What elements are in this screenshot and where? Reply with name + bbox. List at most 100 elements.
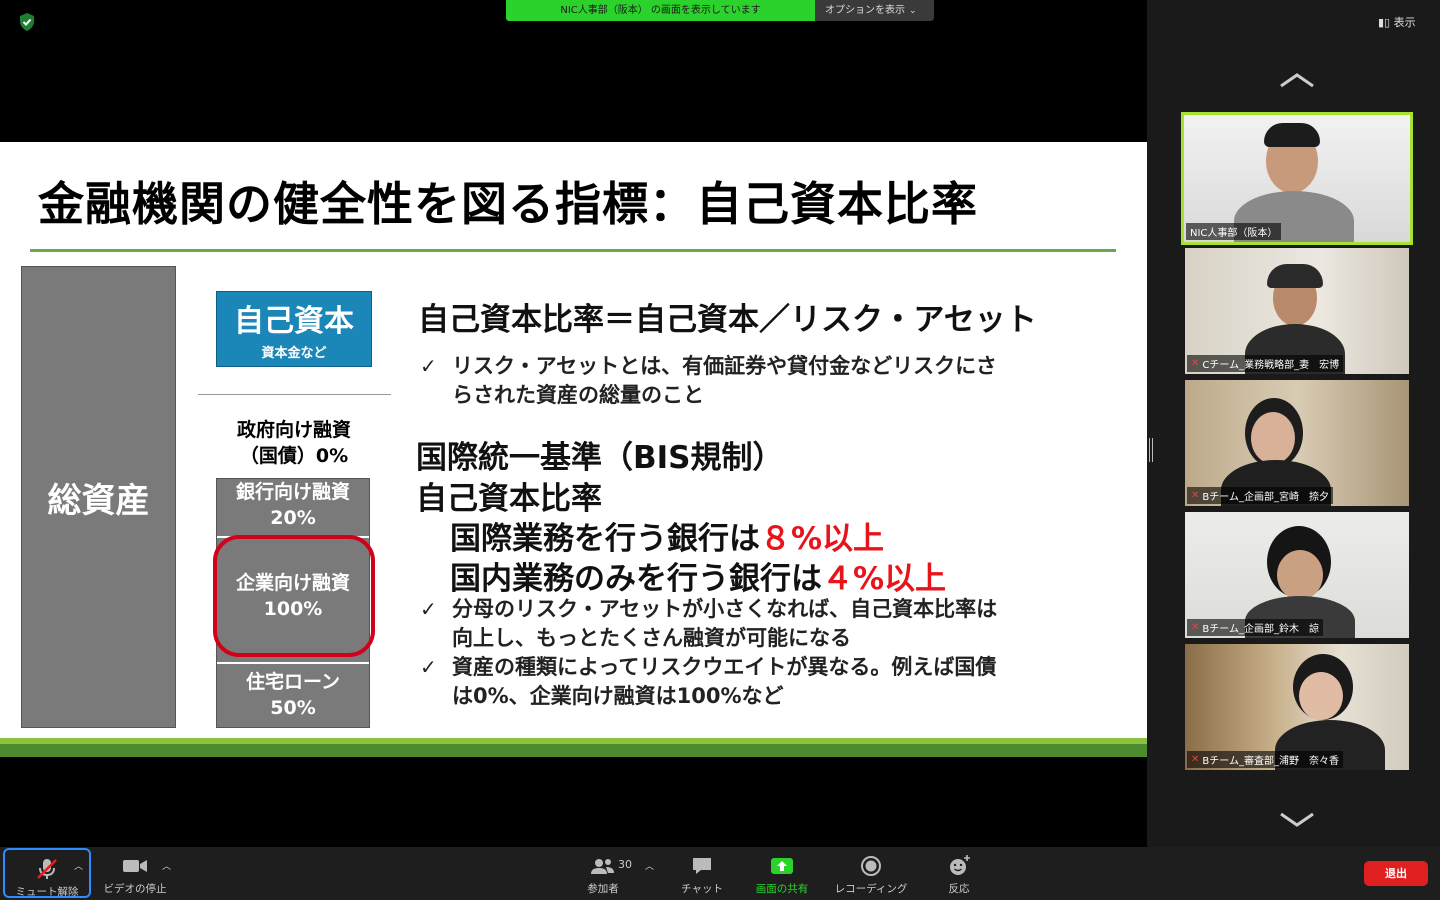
view-mode-label: 表示 <box>1393 16 1416 29</box>
record-label: レコーディング <box>834 883 908 895</box>
video-tile[interactable]: ✕ Bチーム_企画部_鈴木 諒 <box>1185 512 1409 638</box>
scroll-up-chevron-icon[interactable] <box>1278 70 1316 90</box>
bank-loan-segment: 銀行向け融資 20% <box>217 479 369 531</box>
record-icon <box>861 856 881 876</box>
reactions-button[interactable]: 反応 <box>934 847 984 900</box>
equity-divider <box>198 394 391 395</box>
bis-international-rule: 国際業務を行う銀行は８%以上 <box>450 513 884 558</box>
equity-subtitle: 資本金など <box>261 346 327 361</box>
grid-view-icon: ▮▯ <box>1378 16 1391 29</box>
gov-loan-label: 政府向け融資 （国債）0% <box>216 417 372 469</box>
video-tile[interactable]: ✕ Cチーム_業務戦略部_妻 宏博 <box>1185 248 1409 374</box>
participants-options-caret-icon[interactable]: ︿ <box>645 859 654 872</box>
participant-name: Cチーム_業務戦略部_妻 宏博 <box>1202 360 1340 371</box>
bis-international-prefix: 国際業務を行う銀行は <box>450 521 760 557</box>
check-icon: ✓ <box>420 354 437 378</box>
bis-heading: 国際統一基準（BIS規制） <box>416 440 784 476</box>
participant-name: Bチーム_企画部_宮崎 捺夕 <box>1202 492 1329 503</box>
participant-hair <box>1264 123 1320 147</box>
muted-mic-icon: ✕ <box>1191 622 1200 633</box>
participant-name-tag: ✕ Cチーム_業務戦略部_妻 宏博 <box>1187 355 1344 372</box>
chat-button[interactable]: チャット <box>672 847 732 900</box>
slide-footer-band <box>0 744 1147 757</box>
bullet-denominator: ✓ 分母のリスク・アセットが小さくなれば、自己資本比率は 向上し、もっとたくさん… <box>420 595 998 653</box>
participant-name: Bチーム_審査部_浦野 奈々香 <box>1202 756 1339 767</box>
stop-video-label: ビデオの停止 <box>103 883 167 895</box>
corporate-loan-highlight <box>213 535 375 657</box>
total-assets-label: 総資産 <box>47 480 150 521</box>
share-screen-label: 画面の共有 <box>755 883 809 895</box>
leave-meeting-button[interactable]: 退出 <box>1364 861 1428 886</box>
housing-loan-line2: 50% <box>270 697 316 719</box>
participant-name-tag: NIC人事部（阪本） <box>1186 223 1282 240</box>
bis-domestic-value: ４%以上 <box>822 561 947 597</box>
title-divider <box>30 249 1116 252</box>
bank-loan-line1: 銀行向け融資 <box>235 481 350 503</box>
bis-domestic-prefix: 国内業務のみを行う銀行は <box>450 561 822 597</box>
equity-box: 自己資本 資本金など <box>216 291 372 367</box>
participant-name-tag: ✕ Bチーム_企画部_宮崎 捺夕 <box>1187 487 1333 504</box>
bis-domestic-rule: 国内業務のみを行う銀行は４%以上 <box>450 553 946 598</box>
chevron-down-icon: ⌄ <box>909 6 917 16</box>
share-status-text: NIC人事部（阪本） の画面を表示しています <box>506 0 815 21</box>
bullet-risk-weight-line2: は0%、企業向け融資は100%など <box>452 684 784 708</box>
video-options-caret-icon[interactable]: ︿ <box>162 859 171 872</box>
participant-name-tag: ✕ Bチーム_審査部_浦野 奈々香 <box>1187 751 1343 768</box>
bullet-risk-weight: ✓ 資産の種類によってリスクウエイトが異なる。例えば国債 は0%、企業向け融資は… <box>420 653 997 711</box>
bullet-denominator-line2: 向上し、もっとたくさん融資が可能になる <box>452 626 851 650</box>
panel-resize-handle[interactable] <box>1149 438 1153 462</box>
muted-mic-icon: ✕ <box>1191 490 1200 501</box>
participant-hair <box>1267 264 1323 288</box>
chat-label: チャット <box>681 883 723 895</box>
video-camera-icon <box>123 860 147 872</box>
record-button[interactable]: レコーディング <box>828 847 914 900</box>
bullet-risk-asset-line1: リスク・アセットとは、有価証券や貸付金などリスクにさ <box>452 354 997 378</box>
unmute-button[interactable]: ミュート解除 <box>3 848 91 898</box>
bullet-risk-asset-line2: らされた資産の総量のこと <box>452 383 704 407</box>
capital-ratio-formula: 自己資本比率＝自己資本／リスク・アセット <box>418 302 1037 338</box>
shared-slide: 金融機関の健全性を図る指標：自己資本比率 総資産 自己資本 資本金など 政府向け… <box>0 142 1147 757</box>
reaction-smiley-icon <box>950 855 970 875</box>
bank-loan-line2: 20% <box>270 507 316 529</box>
participants-label: 参加者 <box>587 883 619 895</box>
meeting-toolbar: ミュート解除 ︿ ビデオの停止 ︿ 参加者 30 ︿ チャット 画面の共有 レコ… <box>0 847 1440 900</box>
participants-icon <box>591 859 614 874</box>
slide-title: 金融機関の健全性を図る指標：自己資本比率 <box>38 177 978 231</box>
bis-international-value: ８%以上 <box>760 521 885 557</box>
view-mode-button[interactable]: ▮▯ 表示 <box>1378 14 1416 30</box>
check-icon: ✓ <box>420 655 437 679</box>
share-screen-icon <box>771 858 793 874</box>
participant-head <box>1299 672 1343 720</box>
muted-mic-icon: ✕ <box>1191 754 1200 765</box>
housing-loan-segment: 住宅ローン 50% <box>217 669 369 721</box>
scroll-down-chevron-icon[interactable] <box>1278 810 1316 830</box>
muted-mic-icon: ✕ <box>1191 358 1200 369</box>
bullet-denominator-line1: 分母のリスク・アセットが小さくなれば、自己資本比率は <box>452 597 998 621</box>
unmute-label: ミュート解除 <box>15 886 79 898</box>
participant-name-tag: ✕ Bチーム_企画部_鈴木 諒 <box>1187 619 1323 636</box>
participants-button[interactable]: 参加者 <box>578 847 628 900</box>
video-tile[interactable]: ✕ Bチーム_審査部_浦野 奈々香 <box>1185 644 1409 770</box>
video-tile-active-speaker[interactable]: NIC人事部（阪本） <box>1181 112 1413 245</box>
total-assets-bar: 総資産 <box>21 266 176 728</box>
share-screen-button[interactable]: 画面の共有 <box>748 847 816 900</box>
video-tile[interactable]: ✕ Bチーム_企画部_宮崎 捺夕 <box>1185 380 1409 506</box>
housing-loan-line1: 住宅ローン <box>245 671 341 693</box>
audio-options-caret-icon[interactable]: ︿ <box>74 859 83 872</box>
view-options-label: オプションを表示 <box>825 5 905 16</box>
security-shield-icon[interactable] <box>17 12 37 32</box>
participant-name: NIC人事部（阪本） <box>1190 228 1278 239</box>
chat-bubble-icon <box>693 858 711 874</box>
participant-head <box>1277 550 1323 600</box>
participant-name: Bチーム_企画部_鈴木 諒 <box>1202 624 1319 635</box>
bullet-risk-asset: ✓ リスク・アセットとは、有価証券や貸付金などリスクにさ らされた資産の総量のこ… <box>420 352 997 410</box>
muted-mic-icon <box>37 859 57 879</box>
segment-divider <box>217 662 369 664</box>
bullet-risk-weight-line1: 資産の種類によってリスクウエイトが異なる。例えば国債 <box>452 655 997 679</box>
participants-count: 30 <box>618 858 632 871</box>
stop-video-button[interactable]: ビデオの停止 <box>100 847 170 900</box>
bis-subheading: 自己資本比率 <box>416 481 602 517</box>
participant-head <box>1251 412 1295 464</box>
reactions-label: 反応 <box>948 883 970 895</box>
view-options-button[interactable]: オプションを表示 ⌄ <box>815 0 934 21</box>
